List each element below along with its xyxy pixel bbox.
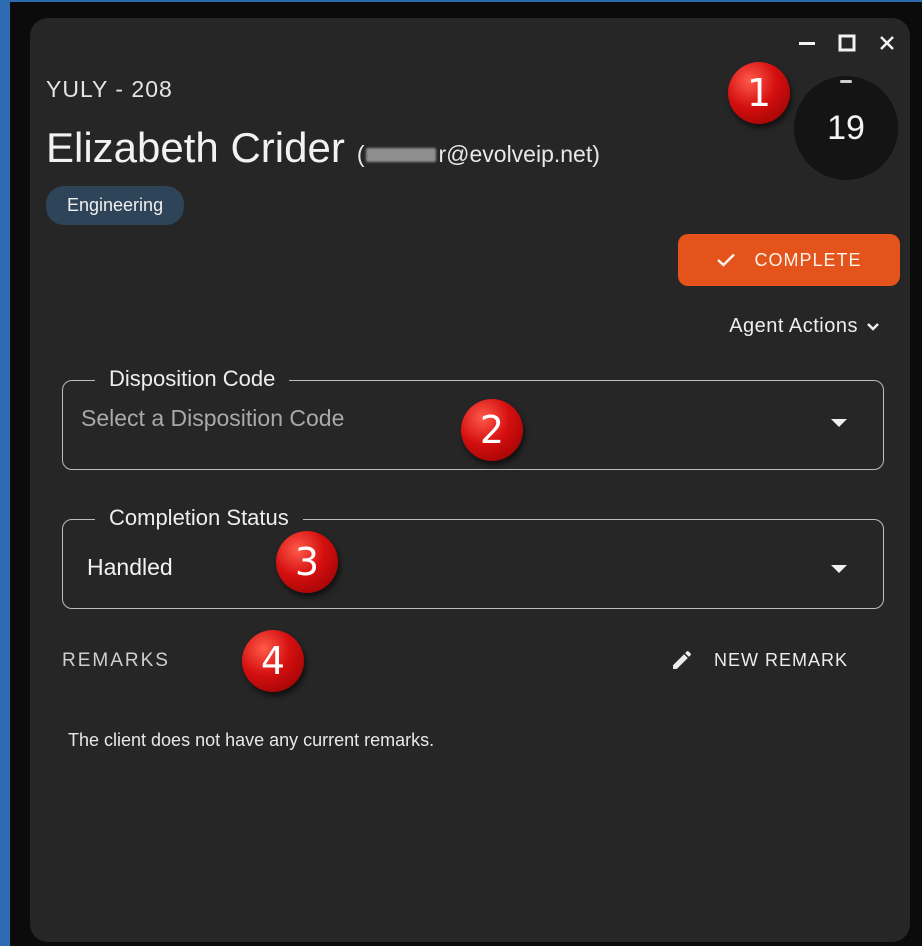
maximize-icon[interactable] <box>836 32 858 54</box>
caret-down-icon <box>831 565 847 573</box>
agent-actions-dropdown[interactable]: Agent Actions <box>729 315 880 338</box>
disposition-code-legend: Disposition Code <box>95 366 290 392</box>
completion-status-select[interactable]: Completion Status Handled <box>62 505 884 609</box>
timer-value: 19 <box>827 108 865 147</box>
pencil-icon <box>673 650 691 669</box>
email-open-paren: ( <box>356 141 365 167</box>
agent-actions-label: Agent Actions <box>729 315 858 337</box>
chevron-down-icon <box>867 322 879 331</box>
disposition-code-placeholder: Select a Disposition Code <box>81 405 345 431</box>
email-redaction <box>366 148 437 162</box>
new-remark-label: NEW REMARK <box>714 649 849 670</box>
contact-email: ( r@evolveip.net) <box>357 141 600 168</box>
remarks-heading: REMARKS <box>62 650 170 671</box>
contact-panel: YULY - 208 Elizabeth Crider ( r@evolveip… <box>30 18 910 942</box>
complete-button[interactable]: COMPLETE <box>678 234 900 286</box>
callout-marker-1: 1 <box>728 62 790 124</box>
empty-remarks-message: The client does not have any current rem… <box>68 730 435 750</box>
callout-marker-3: 3 <box>276 531 338 593</box>
timer-tick-mark <box>840 80 852 83</box>
contact-name: Elizabeth Crider <box>46 124 345 171</box>
email-domain: r@evolveip.net) <box>438 141 600 167</box>
close-icon[interactable] <box>876 32 898 54</box>
callout-marker-4: 4 <box>242 630 304 692</box>
window-controls <box>796 32 898 54</box>
contact-code: YULY - 208 <box>46 76 173 102</box>
completion-status-legend: Completion Status <box>95 505 303 531</box>
department-badge: Engineering <box>46 186 185 225</box>
caret-down-icon <box>831 419 847 427</box>
complete-button-label: COMPLETE <box>754 249 862 270</box>
call-timer: 19 <box>794 76 898 180</box>
check-icon <box>717 253 736 267</box>
new-remark-button[interactable]: NEW REMARK <box>670 648 848 672</box>
callout-marker-2: 2 <box>461 399 523 461</box>
completion-status-value: Handled <box>87 554 173 580</box>
minimize-icon[interactable] <box>796 32 818 54</box>
contact-heading: Elizabeth Crider ( r@evolveip.net) <box>46 124 600 172</box>
